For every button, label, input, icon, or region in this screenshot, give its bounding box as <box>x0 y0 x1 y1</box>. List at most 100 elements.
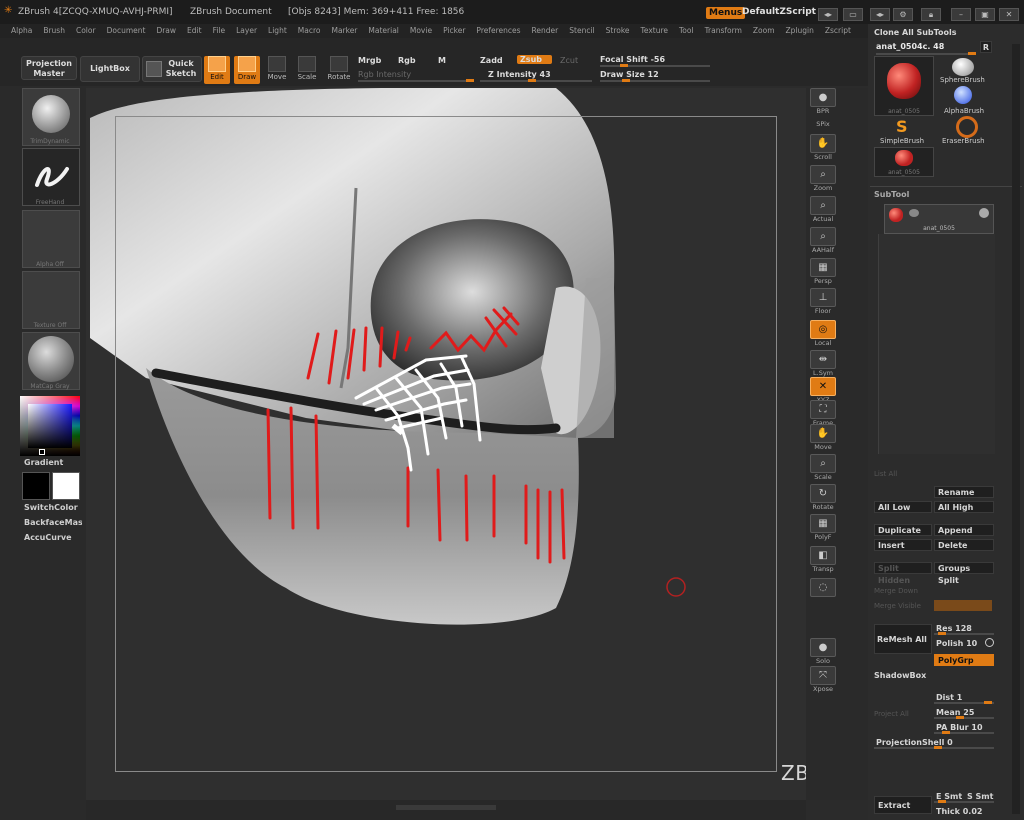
toggle-arrows-icon[interactable]: ◂▸ <box>870 8 890 21</box>
eraser-brush-label[interactable]: EraserBrush <box>942 137 985 145</box>
m-button[interactable]: M <box>438 56 446 65</box>
bpr-button[interactable]: ● BPR <box>810 88 836 115</box>
menu-stroke[interactable]: Stroke <box>606 24 630 38</box>
menu-transform[interactable]: Transform <box>705 24 742 38</box>
default-zscript-label[interactable]: DefaultZScript <box>742 7 816 17</box>
subtool-item-active[interactable]: anat_0505 <box>884 204 994 234</box>
delete-button[interactable]: Delete <box>934 539 994 551</box>
rgb-button[interactable]: Rgb <box>398 56 416 65</box>
panel-scrollbar[interactable] <box>1012 44 1020 814</box>
material-thumbnail[interactable] <box>22 332 80 390</box>
move-view-button[interactable]: ✋ Move <box>810 424 836 451</box>
menu-zscript[interactable]: Zscript <box>825 24 851 38</box>
mrgb-button[interactable]: Mrgb <box>358 56 381 65</box>
append-button[interactable]: Append <box>934 524 994 536</box>
sphere-brush-icon[interactable] <box>952 58 974 76</box>
all-low-button[interactable]: All Low <box>874 501 932 513</box>
draw-size-slider[interactable]: Draw Size 12 <box>600 70 659 79</box>
z-intensity-knob[interactable] <box>528 79 536 82</box>
menu-brush[interactable]: Brush <box>43 24 65 38</box>
project-all-button[interactable]: Project All <box>874 710 909 718</box>
menu-light[interactable]: Light <box>268 24 287 38</box>
frame-button[interactable]: ⛶ Frame <box>810 400 836 427</box>
actual-button[interactable]: ⌕ Actual <box>810 196 836 223</box>
duplicate-button[interactable]: Duplicate <box>874 524 932 536</box>
menu-layer[interactable]: Layer <box>236 24 257 38</box>
zsub-button[interactable]: Zsub <box>517 55 552 64</box>
alpha-brush-label[interactable]: AlphaBrush <box>944 107 984 115</box>
menu-render[interactable]: Render <box>532 24 559 38</box>
rotate-button[interactable]: Rotate <box>324 56 354 84</box>
clone-all-subtools-button[interactable]: Clone All SubTools <box>874 28 957 37</box>
subtool-visibility-icon[interactable] <box>909 209 919 217</box>
focal-shift-slider[interactable]: Focal Shift -56 <box>600 55 665 64</box>
settings-icon[interactable]: ⚙ <box>893 8 913 21</box>
gradient-label[interactable]: Gradient <box>24 458 63 467</box>
polyf-button[interactable]: ▦ PolyF <box>810 514 836 541</box>
quick-sketch-button[interactable]: Quick Sketch <box>142 56 202 82</box>
remesh-all-button[interactable]: ReMesh All <box>874 624 932 654</box>
tool-thumbnail-small[interactable]: anat_0505 <box>874 147 934 177</box>
split-hidden-button[interactable]: Split Hidden <box>874 562 932 585</box>
menu-macro[interactable]: Macro <box>298 24 321 38</box>
backface-mask-button[interactable]: BackfaceMask <box>24 518 82 527</box>
menus-button[interactable]: Menus <box>706 7 746 19</box>
rename-button[interactable]: Rename <box>934 486 994 498</box>
zcut-button[interactable]: Zcut <box>560 56 578 65</box>
extract-button[interactable]: Extract <box>874 796 932 814</box>
stroke-thumbnail[interactable] <box>22 148 80 206</box>
move-button[interactable]: Move <box>264 56 290 84</box>
simple-brush-label[interactable]: SimpleBrush <box>880 137 924 145</box>
color-saturation-square[interactable] <box>28 404 72 448</box>
menu-zplugin[interactable]: Zplugin <box>786 24 814 38</box>
menu-file[interactable]: File <box>213 24 226 38</box>
ghost-button[interactable]: ◌ <box>810 578 836 604</box>
current-tool-thumbnail[interactable]: anat_0505 <box>874 56 934 116</box>
menu-picker[interactable]: Picker <box>443 24 465 38</box>
menu-document[interactable]: Document <box>107 24 146 38</box>
floor-button[interactable]: ⊥ Floor <box>810 288 836 315</box>
close-icon[interactable]: ✕ <box>999 8 1019 21</box>
polish-slider[interactable]: Polish 10 <box>936 639 977 648</box>
smt-knob[interactable] <box>938 800 946 803</box>
lightbox-button[interactable]: LightBox <box>80 56 140 82</box>
transp-button[interactable]: ◧ Transp <box>810 546 836 573</box>
zadd-button[interactable]: Zadd <box>480 56 503 65</box>
thick-slider[interactable]: Thick 0.02 <box>936 807 982 816</box>
persp-button[interactable]: ▦ Persp <box>810 258 836 285</box>
maximize-icon[interactable]: ▣ <box>975 8 995 21</box>
solo-button[interactable]: ● Solo <box>810 638 836 665</box>
menu-texture[interactable]: Texture <box>641 24 668 38</box>
switch-color-button[interactable]: SwitchColor <box>24 503 78 512</box>
alpha-thumbnail[interactable] <box>22 210 80 268</box>
scale-view-button[interactable]: ⌕ Scale <box>810 454 836 481</box>
canvas-viewport[interactable]: ZBrushWorkshops <box>86 88 806 800</box>
rgb-intensity-knob[interactable] <box>466 79 474 82</box>
local-button[interactable]: ◎ Local <box>810 320 836 347</box>
draw-size-knob[interactable] <box>622 79 630 82</box>
menu-zoom[interactable]: Zoom <box>753 24 775 38</box>
edit-button[interactable]: Edit <box>204 56 230 84</box>
merge-visible-button[interactable]: Merge Visible <box>874 602 921 610</box>
zoom-button[interactable]: ⌕ Zoom <box>810 165 836 192</box>
xpose-button[interactable]: ⤧ Xpose <box>810 666 836 693</box>
merge-down-button[interactable]: Merge Down <box>874 587 918 595</box>
rotate-view-button[interactable]: ↻ Rotate <box>810 484 836 511</box>
menu-preferences[interactable]: Preferences <box>476 24 520 38</box>
menu-color[interactable]: Color <box>76 24 96 38</box>
groups-split-button[interactable]: Groups Split <box>934 562 994 585</box>
merge-visible-toggle[interactable] <box>934 600 992 611</box>
layout-icon[interactable]: ▭ <box>843 8 863 21</box>
r-button[interactable]: R <box>980 41 992 53</box>
color-cursor-icon[interactable] <box>39 449 45 455</box>
polygrp-button[interactable]: PolyGrp <box>934 654 994 666</box>
list-all-button[interactable]: List All <box>874 470 897 478</box>
rgb-intensity-slider[interactable]: Rgb Intensity <box>358 70 411 79</box>
main-color-swatch[interactable] <box>22 472 50 500</box>
mean-knob[interactable] <box>956 716 964 719</box>
focal-shift-knob[interactable] <box>620 64 628 67</box>
texture-thumbnail[interactable] <box>22 271 80 329</box>
eraser-brush-icon[interactable] <box>956 116 978 138</box>
aahalf-button[interactable]: ⌕ AAHalf <box>810 227 836 254</box>
secondary-color-swatch[interactable] <box>52 472 80 500</box>
